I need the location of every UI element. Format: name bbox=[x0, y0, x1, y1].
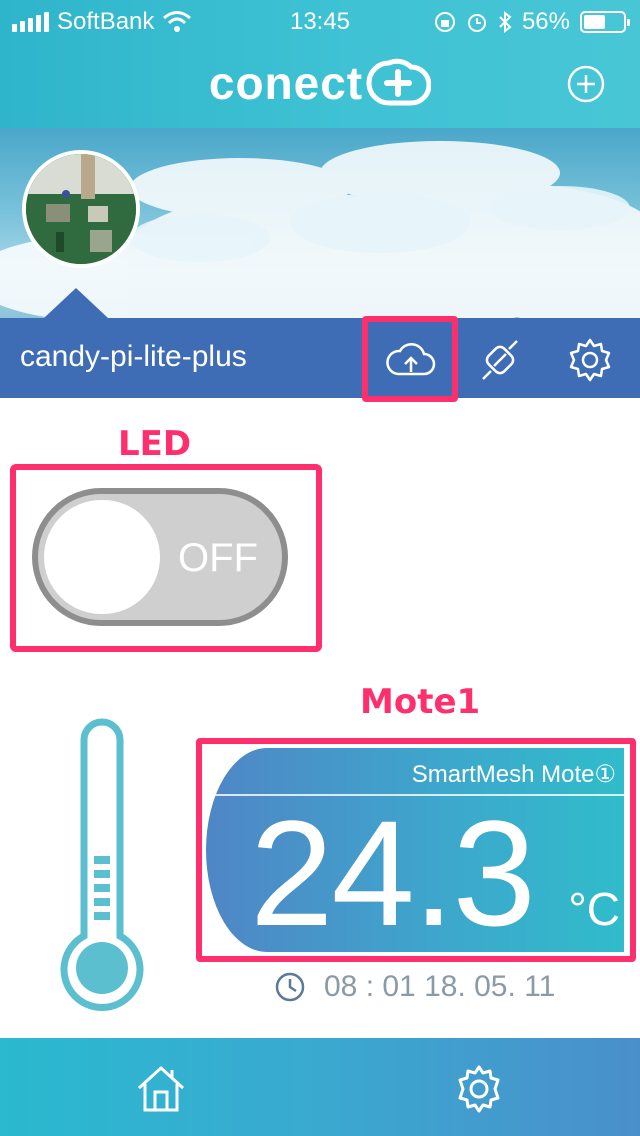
battery-percent: 56% bbox=[521, 8, 570, 35]
led-annotation: LED bbox=[118, 424, 192, 464]
link-button[interactable] bbox=[472, 332, 528, 388]
device-settings-button[interactable] bbox=[562, 332, 618, 388]
last-updated: 08 : 01 18. 05. 11 bbox=[274, 970, 555, 1004]
device-avatar[interactable] bbox=[22, 150, 140, 268]
circuit-board-image bbox=[26, 154, 136, 264]
mote-title: SmartMesh Mote① bbox=[411, 761, 616, 788]
rotation-lock-icon bbox=[434, 12, 455, 32]
clock-icon bbox=[275, 972, 305, 1002]
battery-icon bbox=[580, 11, 630, 33]
gear-icon[interactable] bbox=[452, 1062, 506, 1116]
gear-icon bbox=[569, 338, 611, 382]
temperature-unit: °C bbox=[568, 883, 620, 935]
led-toggle[interactable]: OFF bbox=[32, 488, 288, 626]
home-icon[interactable] bbox=[134, 1062, 188, 1116]
add-device-button[interactable] bbox=[566, 64, 606, 104]
toggle-knob bbox=[44, 500, 160, 614]
link-icon bbox=[482, 340, 518, 380]
temperature-value: 24.3 bbox=[250, 789, 536, 952]
logo-plus-icon bbox=[366, 58, 432, 106]
alarm-icon bbox=[467, 14, 486, 32]
toggle-state-label: OFF bbox=[178, 536, 258, 580]
mote-annotation: Mote1 bbox=[360, 682, 481, 722]
device-name: candy-pi-lite-plus bbox=[20, 340, 247, 373]
status-bar: SoftBank 13:45 56% bbox=[0, 0, 640, 40]
device-bar: candy-pi-lite-plus bbox=[0, 288, 640, 398]
upload-highlight-box bbox=[362, 316, 458, 402]
mote-card[interactable]: SmartMesh Mote① 24.3 °C bbox=[206, 748, 624, 952]
app-header: SoftBank 13:45 56% conect bbox=[0, 0, 640, 128]
tab-bar bbox=[0, 1038, 640, 1136]
timestamp-text: 08 : 01 18. 05. 11 bbox=[324, 970, 556, 1003]
bluetooth-icon bbox=[499, 11, 512, 33]
app-logo: conect bbox=[0, 56, 640, 110]
thermometer-icon bbox=[60, 718, 144, 1011]
